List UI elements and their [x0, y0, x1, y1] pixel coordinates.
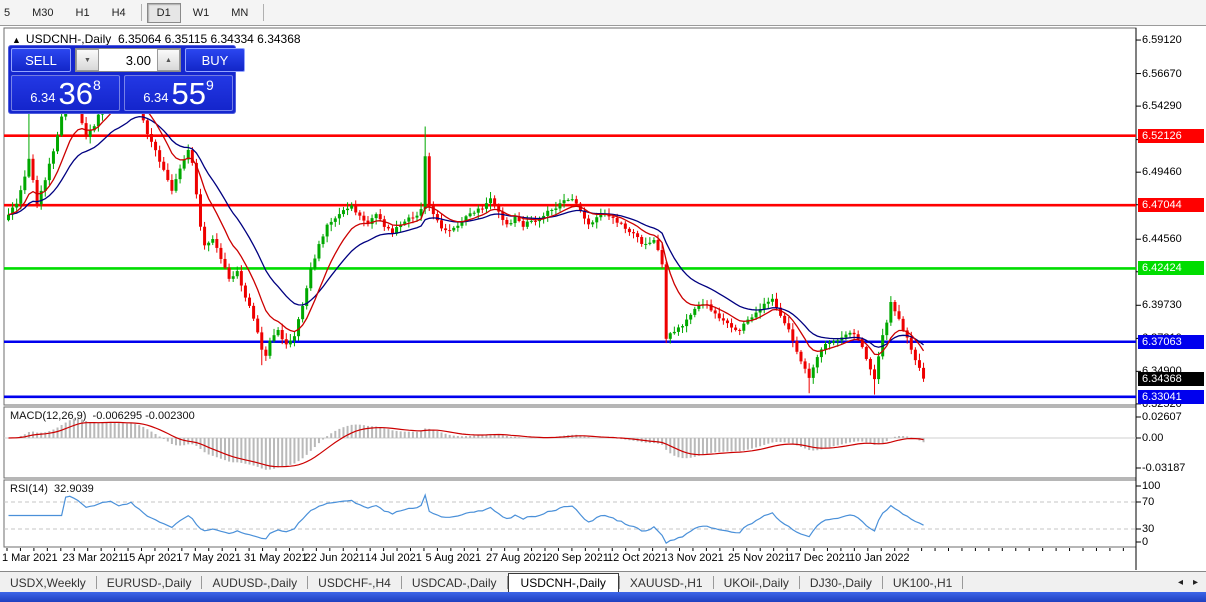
volume-input[interactable]	[99, 49, 157, 71]
chart-tab-usdcnh-daily[interactable]: USDCNH-,Daily	[507, 572, 619, 593]
rsi-value: 32.9039	[54, 483, 94, 495]
timeframe-h1[interactable]: H1	[66, 3, 100, 23]
macd-axis-tick: 0.02607	[1142, 411, 1182, 423]
date-axis-label: 1 Mar 2021	[2, 552, 58, 564]
rsi-axis-tick: 30	[1142, 523, 1155, 535]
tab-separator	[962, 576, 964, 589]
date-axis-label: 7 May 2021	[183, 552, 241, 564]
mt4-window: 5 M30 H1 H4 D1 W1 MN ▲ USDCNH-,Daily 6.35064 6.…	[0, 0, 1206, 602]
level-price-flag: 6.37063	[1138, 334, 1204, 349]
tab-scroll-left-icon[interactable]: ◂	[1178, 577, 1183, 588]
timeframe-5[interactable]: 5	[0, 3, 20, 23]
rsi-axis-tick: 0	[1142, 536, 1149, 548]
chart-tab-audusd-daily[interactable]: AUDUSD-,Daily	[202, 574, 307, 592]
date-axis-label: 17 Dec 2021	[788, 552, 851, 564]
timeframe-m30[interactable]: M30	[22, 3, 63, 23]
bottom-status-strip	[0, 592, 1206, 602]
date-axis-label: 3 Nov 2021	[667, 552, 724, 564]
date-axis-label: 23 Mar 2021	[62, 552, 125, 564]
horizontal-level-lines	[4, 134, 1136, 399]
one-click-trade-panel: SELL ▼ ▲ BUY 6.34 36 8 6.34 55 9	[8, 45, 245, 114]
chart-title: ▲ USDCNH-,Daily 6.35064 6.35115 6.34334 6…	[12, 32, 301, 46]
date-axis-label: 22 Jun 2021	[304, 552, 366, 564]
buy-price-box[interactable]: 6.34 55 9	[124, 75, 233, 111]
chart-tab-usdchf-h4[interactable]: USDCHF-,H4	[308, 574, 401, 592]
macd-axis-tick: 0.00	[1142, 432, 1164, 444]
timeframe-mn[interactable]: MN	[221, 3, 258, 23]
date-axis-label: 10 Jan 2022	[849, 552, 910, 564]
level-price-flag: 6.47044	[1138, 198, 1204, 213]
toolbar-separator	[263, 4, 265, 21]
rsi-axis-tick: 100	[1142, 480, 1161, 492]
chart-tab-usdx-weekly[interactable]: USDX,Weekly	[0, 574, 96, 592]
rsi-indicator-label: RSI(14) 32.9039	[10, 483, 94, 495]
level-price-flag: 6.52126	[1138, 128, 1204, 143]
symbol-period-label: USDCNH-,Daily	[25, 32, 112, 46]
timeframe-w1[interactable]: W1	[183, 3, 220, 23]
chart-tab-uk100-h1[interactable]: UK100-,H1	[883, 574, 962, 592]
sell-price-big: 36	[58, 76, 93, 111]
moving-averages	[8, 101, 925, 356]
volume-increase-icon[interactable]: ▲	[157, 49, 180, 71]
price-axis-tick: 6.39730	[1142, 299, 1182, 312]
tab-scroll-arrows: ◂ ▸	[1178, 577, 1198, 588]
volume-control: ▼ ▲	[75, 48, 181, 72]
timeframe-toolbar: 5 M30 H1 H4 D1 W1 MN	[0, 0, 1206, 26]
timeframe-d1[interactable]: D1	[146, 2, 181, 23]
axis-ticks	[6, 39, 1141, 551]
sell-price-prefix: 6.34	[30, 90, 56, 105]
macd-name: MACD(12,26,9)	[10, 410, 87, 422]
price-axis-tick: 6.49460	[1142, 166, 1182, 179]
rsi-axis-tick: 70	[1142, 496, 1155, 508]
timeframe-h4[interactable]: H4	[102, 3, 136, 23]
price-axis-tick: 6.59120	[1142, 34, 1182, 47]
chart-tab-bar: USDX,Weekly EURUSD-,Daily AUDUSD-,Daily USD…	[0, 571, 1206, 593]
rsi-name: RSI(14)	[10, 483, 48, 495]
price-axis-tick: 6.44560	[1142, 233, 1182, 246]
volume-decrease-icon[interactable]: ▼	[76, 49, 99, 71]
macd-indicator-label: MACD(12,26,9) -0.006295 -0.002300	[10, 410, 195, 422]
chart-tab-ukoil-daily[interactable]: UKOil-,Daily	[714, 574, 799, 592]
date-axis-label: 25 Nov 2021	[728, 552, 791, 564]
chart-tab-usdcad-daily[interactable]: USDCAD-,Daily	[402, 574, 507, 592]
sell-price-box[interactable]: 6.34 36 8	[11, 75, 120, 111]
sell-button[interactable]: SELL	[11, 48, 71, 72]
price-axis-tick: 6.54290	[1142, 100, 1182, 113]
date-axis-label: 15 Apr 2021	[123, 552, 183, 564]
date-axis-label: 27 Aug 2021	[486, 552, 548, 564]
date-axis-label: 5 Aug 2021	[425, 552, 482, 564]
macd-values: -0.006295 -0.002300	[92, 410, 195, 422]
buy-price-big: 55	[171, 76, 206, 111]
sell-price-pip: 8	[93, 77, 101, 93]
rsi-pane	[4, 493, 1136, 544]
level-price-flag: 6.33041	[1138, 389, 1204, 404]
price-axis-tick: 6.56670	[1142, 67, 1182, 80]
macd-pane	[4, 418, 1136, 470]
date-axis-label: 20 Sep 2021	[546, 552, 609, 564]
date-axis-label: 31 May 2021	[244, 552, 308, 564]
chart-tab-dj30-daily[interactable]: DJ30-,Daily	[800, 574, 882, 592]
level-price-flag: 6.42424	[1138, 261, 1204, 276]
current-price-flag: 6.34368	[1138, 371, 1204, 386]
macd-axis-tick: -0.03187	[1142, 462, 1186, 474]
date-axis-label: 14 Jul 2021	[365, 552, 422, 564]
date-axis-label: 12 Oct 2021	[607, 552, 667, 564]
collapse-triangle-icon: ▲	[12, 35, 21, 45]
buy-price-prefix: 6.34	[143, 90, 169, 105]
tab-scroll-right-icon[interactable]: ▸	[1193, 577, 1198, 588]
chart-tab-eurusd-daily[interactable]: EURUSD-,Daily	[97, 574, 202, 592]
buy-button[interactable]: BUY	[185, 48, 245, 72]
ohlc-values: 6.35064 6.35115 6.34334 6.34368	[117, 32, 301, 46]
toolbar-separator	[140, 4, 142, 21]
chart-tab-xauusd-h1[interactable]: XAUUSD-,H1	[620, 574, 713, 592]
buy-price-pip: 9	[206, 77, 214, 93]
